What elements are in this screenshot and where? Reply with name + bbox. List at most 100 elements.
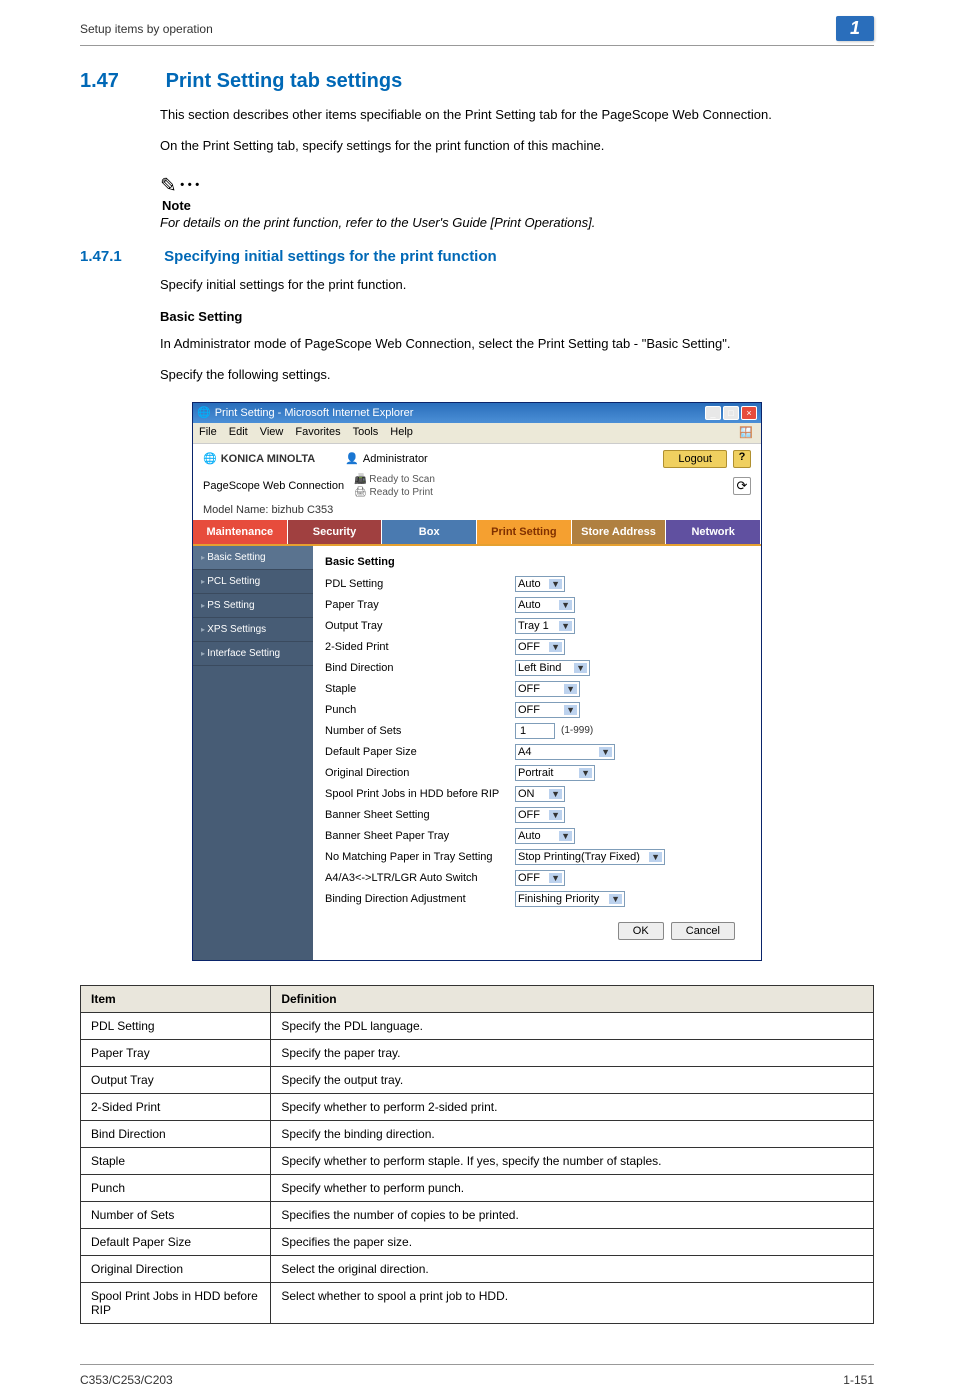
cell-definition: Select the original direction. [271, 1255, 874, 1282]
form-select[interactable]: Tray 1▼ [515, 618, 575, 634]
scope-label: PageScope Web Connection [203, 480, 344, 492]
tab-box[interactable]: Box [382, 520, 477, 544]
sidebar-item-interface[interactable]: Interface Setting [193, 642, 313, 666]
sidebar-item-pcl[interactable]: PCL Setting [193, 570, 313, 594]
note-dots: • • • [180, 177, 199, 191]
ok-button[interactable]: OK [618, 922, 664, 940]
chevron-down-icon: ▼ [549, 810, 562, 820]
chapter-badge: 1 [836, 16, 874, 41]
page-header: Setup items by operation 1 [80, 0, 874, 46]
form-label: Banner Sheet Paper Tray [325, 830, 515, 842]
minimize-button[interactable]: _ [705, 406, 721, 420]
basic-setting-heading: Basic Setting [160, 309, 874, 324]
refresh-icon[interactable]: ⟳ [733, 477, 751, 495]
tab-maintenance[interactable]: Maintenance [193, 520, 288, 544]
section-heading: 1.47 Print Setting tab settings [80, 70, 874, 93]
form-row: Spool Print Jobs in HDD before RIPON▼ [325, 786, 749, 802]
table-row: 2-Sided PrintSpecify whether to perform … [81, 1093, 874, 1120]
form-select[interactable]: Stop Printing(Tray Fixed)▼ [515, 849, 665, 865]
sidebar-item-basic[interactable]: Basic Setting [193, 546, 313, 570]
form-select[interactable]: Left Bind▼ [515, 660, 590, 676]
section-title: Print Setting tab settings [166, 70, 403, 92]
tab-store-address[interactable]: Store Address [572, 520, 667, 544]
page-footer: C353/C253/C203 1-151 [80, 1364, 874, 1395]
chevron-down-icon: ▼ [559, 831, 572, 841]
cell-item: PDL Setting [81, 1012, 271, 1039]
form-range: (1-999) [561, 725, 593, 736]
form-select[interactable]: ON▼ [515, 786, 565, 802]
window-title: Print Setting - Microsoft Internet Explo… [215, 407, 414, 419]
form-label: Bind Direction [325, 662, 515, 674]
window-titlebar: 🌐 Print Setting - Microsoft Internet Exp… [193, 403, 761, 423]
table-row: Output TraySpecify the output tray. [81, 1066, 874, 1093]
table-header-row: Item Definition [81, 985, 874, 1012]
form-row: Number of Sets1 (1-999) [325, 723, 749, 739]
cell-item: Punch [81, 1174, 271, 1201]
cell-definition: Specify the PDL language. [271, 1012, 874, 1039]
form-label: Binding Direction Adjustment [325, 893, 515, 905]
form-select[interactable]: OFF▼ [515, 807, 565, 823]
subsection-number: 1.47.1 [80, 248, 160, 265]
sidebar: Basic Setting PCL Setting PS Setting XPS… [193, 546, 313, 960]
menu-favorites[interactable]: Favorites [295, 426, 340, 440]
table-row: Default Paper SizeSpecifies the paper si… [81, 1228, 874, 1255]
form-row: Binding Direction AdjustmentFinishing Pr… [325, 891, 749, 907]
table-row: Paper TraySpecify the paper tray. [81, 1039, 874, 1066]
chevron-down-icon: ▼ [559, 621, 572, 631]
tab-security[interactable]: Security [288, 520, 383, 544]
cell-definition: Specify whether to perform 2-sided print… [271, 1093, 874, 1120]
cancel-button[interactable]: Cancel [671, 922, 735, 940]
user-icon: 👤 [345, 452, 359, 465]
logout-button[interactable]: Logout [663, 450, 727, 468]
form-select[interactable]: OFF▼ [515, 681, 580, 697]
intro-text-1: This section describes other items speci… [160, 105, 874, 126]
sidebar-item-ps[interactable]: PS Setting [193, 594, 313, 618]
menu-view[interactable]: View [260, 426, 284, 440]
table-row: PDL SettingSpecify the PDL language. [81, 1012, 874, 1039]
form-select[interactable]: Auto▼ [515, 828, 575, 844]
sidebar-item-xps[interactable]: XPS Settings [193, 618, 313, 642]
ie-icon: 🌐 [197, 406, 211, 419]
menu-file[interactable]: File [199, 426, 217, 440]
form-select[interactable]: OFF▼ [515, 870, 565, 886]
form-select[interactable]: Finishing Priority▼ [515, 891, 625, 907]
section-number: 1.47 [80, 70, 160, 93]
chevron-down-icon: ▼ [549, 789, 562, 799]
menu-help[interactable]: Help [390, 426, 413, 440]
form-select[interactable]: OFF▼ [515, 639, 565, 655]
maximize-button[interactable]: □ [723, 406, 739, 420]
form-row: PDL SettingAuto▼ [325, 576, 749, 592]
close-button[interactable]: × [741, 406, 757, 420]
menu-edit[interactable]: Edit [229, 426, 248, 440]
table-row: Bind DirectionSpecify the binding direct… [81, 1120, 874, 1147]
form-label: Staple [325, 683, 515, 695]
chevron-down-icon: ▼ [649, 852, 662, 862]
intro-text-2: On the Print Setting tab, specify settin… [160, 136, 874, 157]
cell-definition: Select whether to spool a print job to H… [271, 1282, 874, 1323]
windows-flag-icon: 🪟 [739, 426, 755, 440]
form-label: Number of Sets [325, 725, 515, 737]
cell-item: Output Tray [81, 1066, 271, 1093]
table-row: Original DirectionSelect the original di… [81, 1255, 874, 1282]
tab-print-setting[interactable]: Print Setting [477, 520, 572, 544]
note-text: For details on the print function, refer… [160, 215, 874, 230]
form-select[interactable]: Portrait▼ [515, 765, 595, 781]
subsection-title: Specifying initial settings for the prin… [164, 248, 497, 265]
note-label: Note [162, 198, 874, 213]
form-label: 2-Sided Print [325, 641, 515, 653]
form-input[interactable]: 1 [515, 723, 555, 739]
form-select[interactable]: Auto▼ [515, 597, 575, 613]
cell-item: Number of Sets [81, 1201, 271, 1228]
chevron-down-icon: ▼ [609, 894, 622, 904]
help-button[interactable]: ? [733, 450, 751, 468]
form-select[interactable]: OFF▼ [515, 702, 580, 718]
form-select[interactable]: Auto▼ [515, 576, 565, 592]
menu-tools[interactable]: Tools [353, 426, 379, 440]
main-tabs: Maintenance Security Box Print Setting S… [193, 520, 761, 544]
tab-network[interactable]: Network [666, 520, 761, 544]
form-row: Banner Sheet SettingOFF▼ [325, 807, 749, 823]
cell-item: 2-Sided Print [81, 1093, 271, 1120]
form-row: Paper TrayAuto▼ [325, 597, 749, 613]
form-select[interactable]: A4▼ [515, 744, 615, 760]
form-label: PDL Setting [325, 578, 515, 590]
